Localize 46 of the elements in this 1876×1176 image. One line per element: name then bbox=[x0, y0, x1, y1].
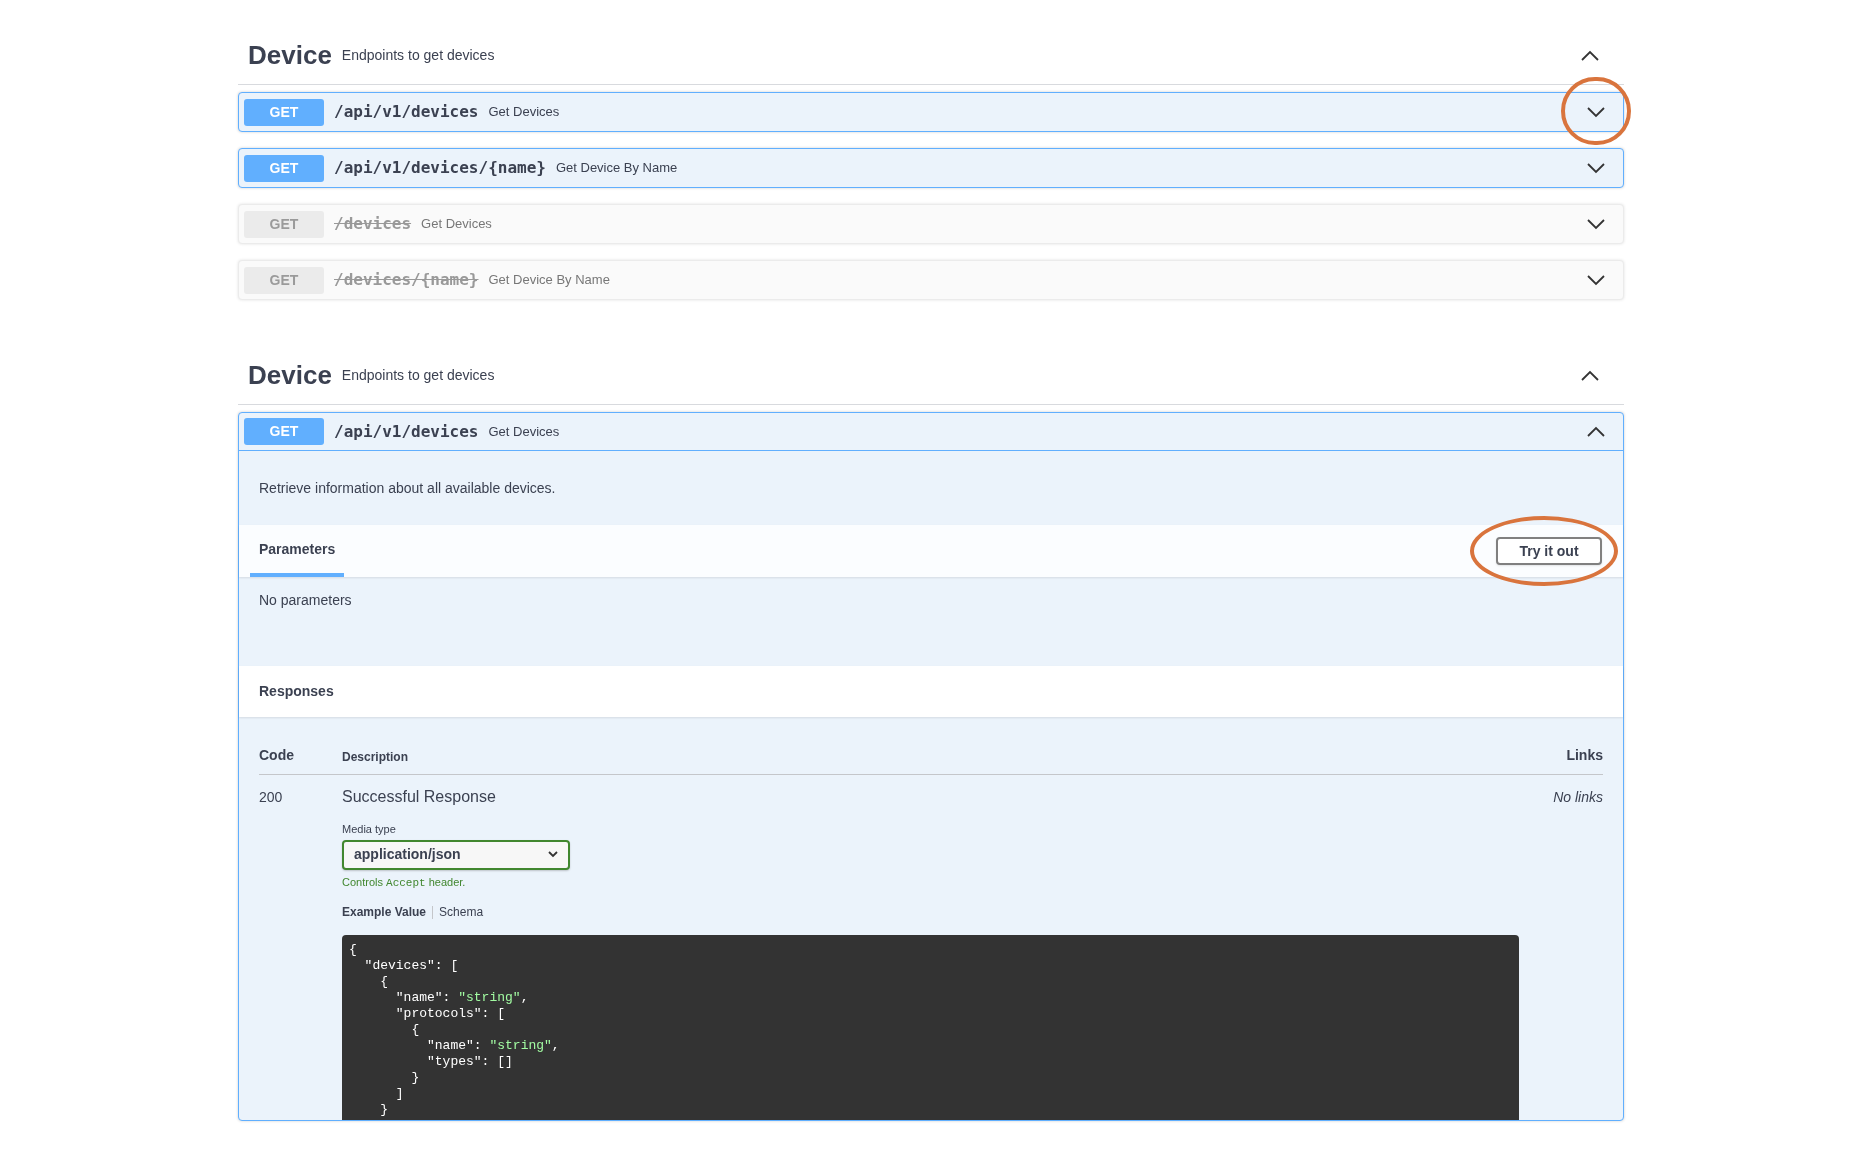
column-header: Description bbox=[342, 749, 409, 766]
chevron-up-icon bbox=[1580, 369, 1600, 382]
responses-title: Responses bbox=[259, 682, 334, 701]
endpoint-summary: Get Devices bbox=[421, 215, 492, 234]
method-badge: GET bbox=[244, 154, 324, 182]
endpoint-summary: Get Device By Name bbox=[555, 159, 678, 178]
caret-icon bbox=[548, 851, 558, 858]
endpoint-path: /api/v1/devices/{name} bbox=[334, 157, 546, 179]
chevron-down-icon bbox=[1586, 162, 1606, 174]
method-badge: GET bbox=[244, 98, 324, 126]
chevron-down-icon bbox=[1586, 274, 1606, 286]
example-tab[interactable]: Example Value bbox=[342, 903, 427, 921]
method-badge: GET bbox=[244, 266, 324, 294]
endpoint-path: /devices/{name} bbox=[334, 269, 479, 291]
response-code: 200 bbox=[259, 788, 284, 807]
section-title: Device bbox=[248, 359, 332, 392]
parameters-tab[interactable]: Parameters bbox=[250, 525, 345, 577]
chevron-down-icon bbox=[1586, 106, 1606, 118]
section-header[interactable]: Device Endpoints to get devices bbox=[238, 27, 1624, 85]
endpoint-summary: Get Devices bbox=[488, 422, 560, 441]
column-header: Links bbox=[1566, 746, 1603, 765]
operation-description: Retrieve information about all available devices. bbox=[258, 479, 557, 498]
endpoint-summary: Get Device By Name bbox=[488, 271, 610, 290]
section-title: Device bbox=[248, 39, 332, 72]
chevron-up-icon bbox=[1586, 425, 1606, 438]
no-parameters-text: No parameters bbox=[258, 591, 353, 610]
chevron-down-icon bbox=[1586, 218, 1606, 230]
endpoint-path: /api/v1/devices bbox=[334, 420, 479, 443]
endpoint-summary: Get Devices bbox=[488, 103, 560, 122]
media-type-label: Media type bbox=[342, 822, 397, 837]
response-links: No links bbox=[1553, 788, 1603, 807]
code-block: { "devices": [ { "name": "string", "protocols": [ { "name": "string", "types": [] } ] } bbox=[342, 935, 1519, 1120]
response-description: Successful Response bbox=[342, 787, 497, 807]
chevron-up-icon bbox=[1580, 49, 1600, 62]
method-badge: GET bbox=[244, 418, 324, 445]
media-type-select[interactable]: application/json bbox=[342, 839, 570, 870]
method-badge: GET bbox=[244, 210, 324, 238]
section-description: Endpoints to get devices bbox=[341, 46, 495, 65]
endpoint-path: /devices bbox=[334, 213, 412, 235]
media-type-hint: Controls Accept header. bbox=[342, 874, 467, 891]
column-header: Code bbox=[259, 746, 295, 765]
section-header[interactable]: Device Endpoints to get devices bbox=[238, 347, 1624, 405]
section-description: Endpoints to get devices bbox=[341, 366, 495, 385]
endpoint-path: /api/v1/devices bbox=[334, 101, 479, 123]
example-tab[interactable]: Schema bbox=[439, 903, 484, 921]
try-it-out-button[interactable]: Try it out bbox=[1496, 537, 1602, 565]
